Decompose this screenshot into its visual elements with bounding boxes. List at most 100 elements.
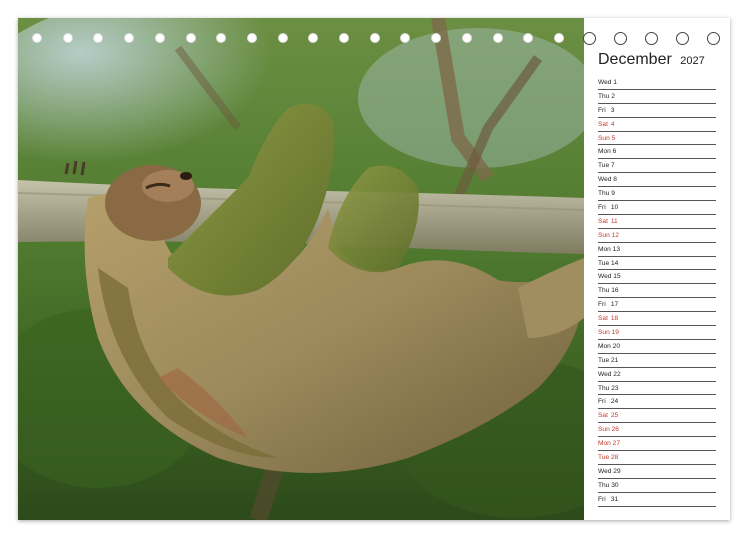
day-weekday: Sun — [598, 426, 610, 434]
day-row: Sun 19 — [598, 326, 716, 340]
day-row: Sun 26 — [598, 423, 716, 438]
day-number: 1 — [613, 79, 617, 86]
binding-ring — [246, 33, 257, 43]
binding-ring — [645, 32, 658, 45]
day-number: 10 — [610, 204, 619, 212]
day-weekday: Fri — [598, 204, 606, 212]
day-number: 8 — [613, 176, 617, 184]
day-weekday: Mon — [598, 245, 611, 253]
day-number: 27 — [612, 440, 621, 448]
binding-ring — [431, 33, 442, 43]
day-weekday: Sat — [598, 315, 608, 323]
day-weekday: Mon — [598, 440, 611, 448]
day-row: Sun 12 — [598, 229, 716, 243]
binding-ring — [676, 32, 689, 45]
day-weekday: Sun — [598, 134, 610, 142]
binding-ring — [124, 33, 135, 43]
day-row: Thu 30 — [598, 479, 716, 493]
day-row: Thu 23 — [598, 382, 716, 396]
day-number: 6 — [612, 148, 617, 156]
day-number: 15 — [613, 273, 621, 281]
day-row: Sat 11 — [598, 215, 716, 229]
binding-ring — [707, 32, 720, 45]
day-row: Sun 5 — [598, 132, 716, 146]
day-weekday: Mon — [598, 148, 611, 156]
binding-ring — [339, 33, 349, 43]
binding-ring — [216, 33, 227, 43]
day-weekday: Tue — [598, 356, 610, 364]
day-weekday: Wed — [598, 370, 612, 378]
binding-ring — [154, 33, 165, 43]
day-row: Mon 6 — [598, 145, 716, 160]
binding-ring — [461, 33, 472, 43]
day-number: 26 — [611, 426, 619, 434]
day-number: 4 — [610, 120, 615, 128]
day-number: 11 — [610, 217, 618, 225]
binding-ring — [583, 32, 596, 45]
day-row: Fri 10 — [598, 201, 716, 215]
day-row: Mon 27 — [598, 437, 716, 452]
binding-ring — [492, 33, 503, 43]
binding-ring — [185, 33, 196, 43]
day-row: Fri 31 — [598, 493, 716, 507]
day-weekday: Sun — [598, 231, 610, 239]
day-weekday: Fri — [598, 495, 606, 503]
day-weekday: Fri — [598, 106, 606, 114]
day-number: 21 — [610, 356, 619, 364]
day-weekday: Fri — [598, 301, 606, 309]
day-weekday: Sat — [598, 412, 608, 420]
day-weekday: Fri — [598, 398, 606, 406]
calendar-panel: December 2027 Wed 1 Thu 2 Fri 3 Sat 4 Sun 5M… — [584, 18, 730, 520]
binding-ring — [400, 33, 411, 43]
day-weekday: Wed — [598, 79, 612, 86]
day-row: Thu 2 — [598, 90, 716, 104]
day-number: 25 — [610, 412, 619, 420]
day-number: 22 — [613, 370, 621, 378]
day-row: Tue 21 — [598, 354, 716, 368]
binding-ring — [614, 32, 627, 45]
day-row: Sat 25 — [598, 409, 716, 424]
sloth-photo-illustration — [18, 18, 584, 520]
binding-ring — [523, 33, 534, 43]
day-row: Tue 14 — [598, 257, 716, 271]
day-weekday: Sat — [598, 120, 608, 128]
day-weekday: Thu — [598, 287, 610, 295]
day-row: Sat 18 — [598, 312, 716, 327]
day-row: Wed 1 — [598, 76, 716, 90]
day-weekday: Tue — [598, 454, 610, 462]
calendar-page: December 2027 Wed 1 Thu 2 Fri 3 Sat 4 Sun 5M… — [18, 18, 730, 520]
day-number: 14 — [610, 259, 619, 267]
binding-ring — [62, 33, 73, 43]
day-weekday: Thu — [598, 384, 610, 392]
day-number: 20 — [612, 342, 621, 350]
day-weekday: Wed — [598, 467, 612, 475]
day-row: Wed 29 — [598, 465, 716, 479]
day-list: Wed 1 Thu 2 Fri 3 Sat 4 Sun 5 Mon 6 Tue 7 Wed 8… — [598, 76, 716, 507]
day-number: 12 — [611, 231, 619, 239]
day-number: 19 — [611, 329, 619, 337]
binding-ring — [32, 33, 42, 43]
day-row: Fri 24 — [598, 395, 716, 410]
day-row: Mon 13 — [598, 243, 716, 257]
sloth-photo — [18, 18, 584, 520]
day-weekday: Tue — [598, 162, 610, 170]
binding-ring — [553, 33, 564, 43]
day-weekday: Mon — [598, 342, 611, 350]
day-row: Fri 17 — [598, 298, 716, 313]
binding-ring — [308, 33, 319, 43]
day-row: Thu 16 — [598, 284, 716, 299]
day-number: 29 — [613, 467, 621, 475]
day-number: 7 — [610, 162, 615, 170]
binding-ring — [93, 33, 104, 43]
day-row: Tue 7 — [598, 159, 716, 174]
day-number: 2 — [611, 92, 615, 100]
day-number: 23 — [611, 384, 619, 392]
day-weekday: Sun — [598, 329, 610, 337]
day-number: 5 — [611, 134, 616, 142]
day-weekday: Thu — [598, 92, 610, 100]
binding-ring — [369, 33, 380, 43]
day-row: Mon 20 — [598, 340, 716, 354]
day-weekday: Wed — [598, 176, 612, 184]
day-number: 28 — [610, 454, 619, 462]
day-row: Wed 15 — [598, 270, 716, 285]
